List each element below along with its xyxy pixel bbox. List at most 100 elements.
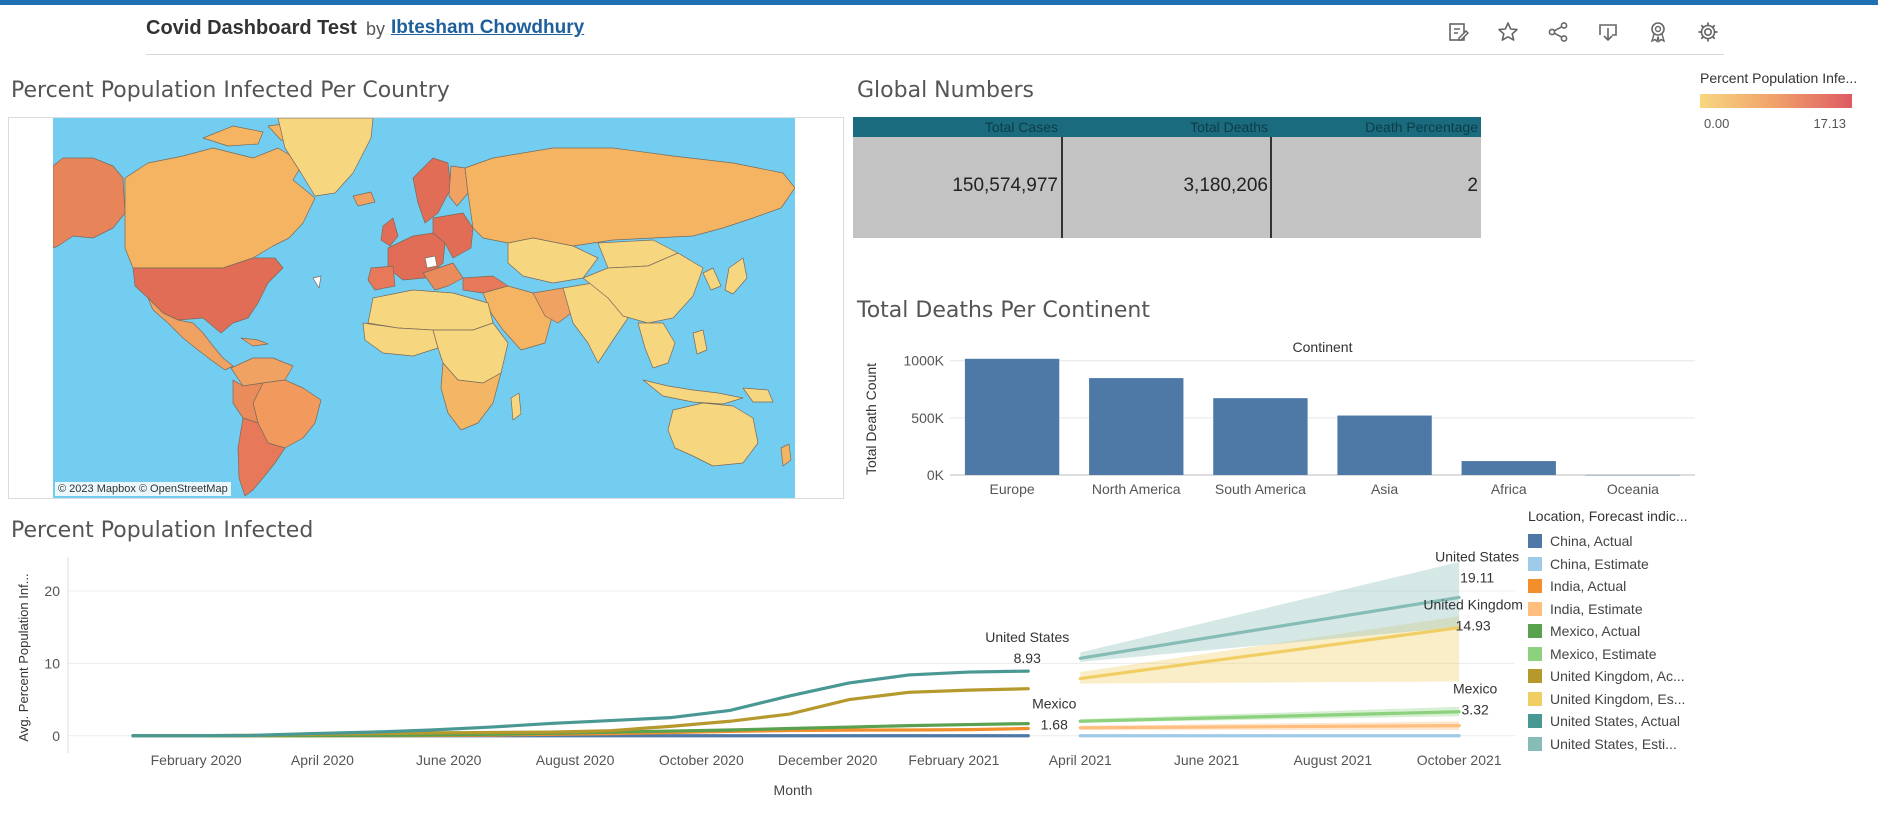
color-legend-max: 17.13 <box>1813 116 1846 131</box>
legend-label: China, Estimate <box>1550 555 1649 572</box>
x-tick-label: June 2020 <box>416 752 482 768</box>
region-antarctic-white <box>312 275 322 289</box>
x-tick-label: Africa <box>1491 481 1527 497</box>
legend-label: China, Actual <box>1550 533 1633 550</box>
continent-header: Continent <box>1293 339 1353 355</box>
region-scandinavia <box>412 157 452 224</box>
legend-item[interactable]: United Kingdom, Ac... <box>1528 665 1728 688</box>
x-tick-label: Europe <box>990 481 1035 497</box>
x-tick-label: Asia <box>1371 481 1398 497</box>
toolbar <box>1442 16 1724 48</box>
region-iberia <box>367 265 396 291</box>
region-usa <box>132 257 284 334</box>
legend-swatch <box>1528 624 1542 639</box>
legend-label: India, Estimate <box>1550 600 1643 617</box>
legend-swatch <box>1528 556 1542 571</box>
bar-africa[interactable] <box>1461 461 1556 475</box>
infected-line-chart: Avg. Percent Population Inf... 0 10 20 Febru… <box>16 548 1523 798</box>
star-icon[interactable] <box>1492 16 1524 48</box>
value-total-deaths[interactable]: 3,180,206 <box>1063 175 1268 197</box>
annotation-value: 8.93 <box>1014 650 1041 666</box>
legend-label: United Kingdom, Ac... <box>1550 668 1685 685</box>
choropleth-map[interactable]: © 2023 Mapbox © OpenStreetMap <box>8 117 844 499</box>
region-southeast-asia <box>637 322 676 369</box>
annotation-name: United Kingdom <box>1423 597 1523 613</box>
author-link[interactable]: Ibtesham Chowdhury <box>391 17 584 39</box>
legend-item[interactable]: China, Actual <box>1528 530 1728 553</box>
annotation-name: Mexico <box>1032 696 1077 712</box>
region-madagascar <box>510 392 522 421</box>
global-numbers-table: Total Cases Total Deaths Death Percentag… <box>853 117 1481 238</box>
y-tick-label: 0 <box>52 728 60 744</box>
download-icon[interactable] <box>1592 16 1624 48</box>
region-uk <box>380 217 399 247</box>
color-legend-gradient <box>1700 94 1852 108</box>
region-russia <box>464 147 795 247</box>
column-divider <box>1270 137 1272 238</box>
region-png <box>742 387 774 403</box>
legend-item[interactable]: United Kingdom, Es... <box>1528 688 1728 711</box>
value-total-cases[interactable]: 150,574,977 <box>853 175 1058 197</box>
deaths-bar-chart: Continent Total Death Count 0K 500K 1000K Eur… <box>863 339 1695 497</box>
region-caribbean <box>240 337 269 347</box>
bar-north-america[interactable] <box>1089 378 1184 475</box>
legend-item[interactable]: United States, Esti... <box>1528 733 1728 756</box>
bar-asia[interactable] <box>1337 415 1432 475</box>
bar-south-america[interactable] <box>1213 398 1308 475</box>
legend-swatch <box>1528 714 1542 729</box>
legend-swatch <box>1528 691 1542 706</box>
color-legend: Percent Population Infe... 0.00 17.13 <box>1700 70 1860 131</box>
legend-item[interactable]: United States, Actual <box>1528 710 1728 733</box>
legend-item[interactable]: India, Actual <box>1528 575 1728 598</box>
top-accent-bar <box>0 0 1878 5</box>
legend-item[interactable]: India, Estimate <box>1528 598 1728 621</box>
annotation-value: 3.32 <box>1462 702 1489 718</box>
color-legend-min: 0.00 <box>1704 116 1730 131</box>
y-axis-label: Total Death Count <box>863 363 879 475</box>
header-total-cases: Total Cases <box>984 119 1058 135</box>
y-tick-label: 0K <box>927 467 945 483</box>
badge-icon[interactable] <box>1642 16 1674 48</box>
region-philippines <box>692 329 708 355</box>
deaths-chart-title: Total Deaths Per Continent <box>857 298 1150 323</box>
legend-label: United States, Actual <box>1550 713 1680 730</box>
global-numbers-title: Global Numbers <box>857 78 1035 103</box>
y-axis-label: Avg. Percent Population Inf... <box>16 573 31 741</box>
x-tick-label: October 2021 <box>1417 752 1502 768</box>
legend-item[interactable]: Mexico, Estimate <box>1528 643 1728 666</box>
legend-swatch <box>1528 601 1542 616</box>
legend-swatch <box>1528 579 1542 594</box>
map-title: Percent Population Infected Per Country <box>11 78 450 103</box>
x-tick-label: Oceania <box>1607 481 1659 497</box>
gear-icon[interactable] <box>1692 16 1724 48</box>
bar-oceania[interactable] <box>1585 474 1681 476</box>
bar-europe[interactable] <box>964 358 1060 475</box>
x-tick-label: June 2021 <box>1174 752 1240 768</box>
legend-item[interactable]: Mexico, Actual <box>1528 620 1728 643</box>
map-attribution[interactable]: © 2023 Mapbox © OpenStreetMap <box>55 482 231 496</box>
annotation-value: 1.68 <box>1041 717 1068 733</box>
x-axis-label: Month <box>774 782 813 798</box>
dashboard-title: Covid Dashboard Test <box>146 17 357 39</box>
annotation-value: 14.93 <box>1456 618 1491 634</box>
legend-swatch <box>1528 669 1542 684</box>
share-icon[interactable] <box>1542 16 1574 48</box>
region-new-zealand <box>780 443 792 467</box>
region-north-africa <box>367 289 494 331</box>
value-death-percentage[interactable]: 2 <box>1273 175 1478 197</box>
legend-swatch <box>1528 646 1542 661</box>
annotation-name: United States <box>985 629 1069 645</box>
map-ocean[interactable]: © 2023 Mapbox © OpenStreetMap <box>53 118 795 498</box>
x-tick-label: February 2020 <box>151 752 242 768</box>
x-tick-label: North America <box>1092 481 1181 497</box>
region-kazakhstan <box>507 237 599 284</box>
legend-swatch <box>1528 534 1542 549</box>
legend-item[interactable]: China, Estimate <box>1528 553 1728 576</box>
x-tick-label: February 2021 <box>908 752 999 768</box>
region-indonesia <box>642 379 744 405</box>
series-line-india-estimate[interactable] <box>1078 724 1461 730</box>
edit-icon[interactable] <box>1442 16 1474 48</box>
x-tick-label: April 2020 <box>291 752 354 768</box>
dashboard-header: Covid Dashboard Test by Ibtesham Chowdhu… <box>146 14 1724 55</box>
x-tick-label: April 2021 <box>1049 752 1112 768</box>
